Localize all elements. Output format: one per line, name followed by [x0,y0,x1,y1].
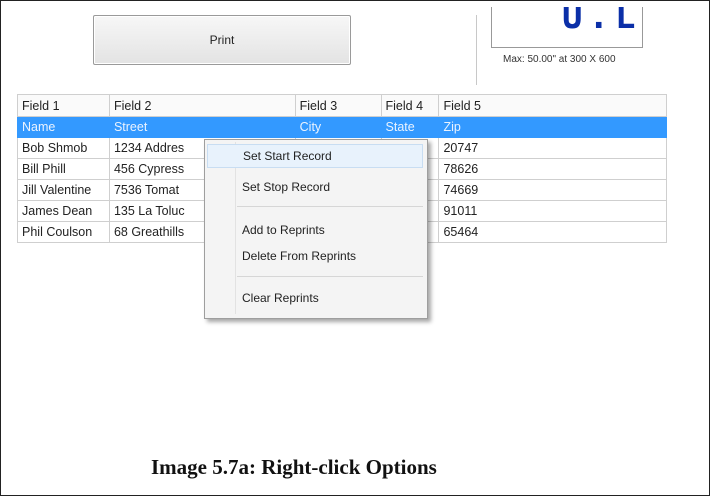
table-cell[interactable]: City [294,116,382,138]
table-row[interactable]: Name Street City State Zip [17,116,667,138]
figure-caption: Image 5.7a: Right-click Options [151,455,437,479]
column-header[interactable]: Field 4 [380,94,440,117]
column-header[interactable]: Field 5 [438,94,667,117]
menu-separator [237,276,423,277]
table-cell[interactable]: 74669 [438,179,667,201]
menu-item-set-stop-record[interactable]: Set Stop Record [207,175,423,199]
table-cell[interactable]: Street [108,116,296,138]
table-cell[interactable]: 20747 [438,137,667,159]
column-header[interactable]: Field 1 [17,94,110,117]
menu-item-delete-from-reprints[interactable]: Delete From Reprints [207,244,423,268]
menu-item-add-to-reprints[interactable]: Add to Reprints [207,218,423,242]
label-preview: U.L [491,7,643,48]
screenshot-frame: Print U.L Max: 50.00" at 300 X 600 Field… [0,0,710,496]
column-header[interactable]: Field 3 [294,94,382,117]
column-header[interactable]: Field 2 [108,94,296,117]
preview-glyphs: U.L [562,7,642,37]
table-cell[interactable]: 91011 [438,200,667,222]
table-cell[interactable]: Zip [438,116,667,138]
context-menu: Set Start Record Set Stop Record Add to … [204,139,428,319]
menu-item-clear-reprints[interactable]: Clear Reprints [207,286,423,310]
table-cell[interactable]: Bob Shmob [17,137,110,159]
menu-separator [237,206,423,207]
table-cell[interactable]: 65464 [438,221,667,243]
table-cell[interactable]: 78626 [438,158,667,180]
table-cell[interactable]: Bill Phill [17,158,110,180]
table-cell[interactable]: James Dean [17,200,110,222]
header-row: Field 1 Field 2 Field 3 Field 4 Field 5 [17,94,667,117]
table-cell[interactable]: State [380,116,440,138]
print-button[interactable]: Print [93,15,351,65]
table-cell[interactable]: Phil Coulson [17,221,110,243]
table-cell[interactable]: Name [17,116,110,138]
menu-item-set-start-record[interactable]: Set Start Record [207,144,423,168]
toolbar-divider [476,15,477,85]
table-cell[interactable]: Jill Valentine [17,179,110,201]
max-size-label: Max: 50.00" at 300 X 600 [503,54,616,65]
